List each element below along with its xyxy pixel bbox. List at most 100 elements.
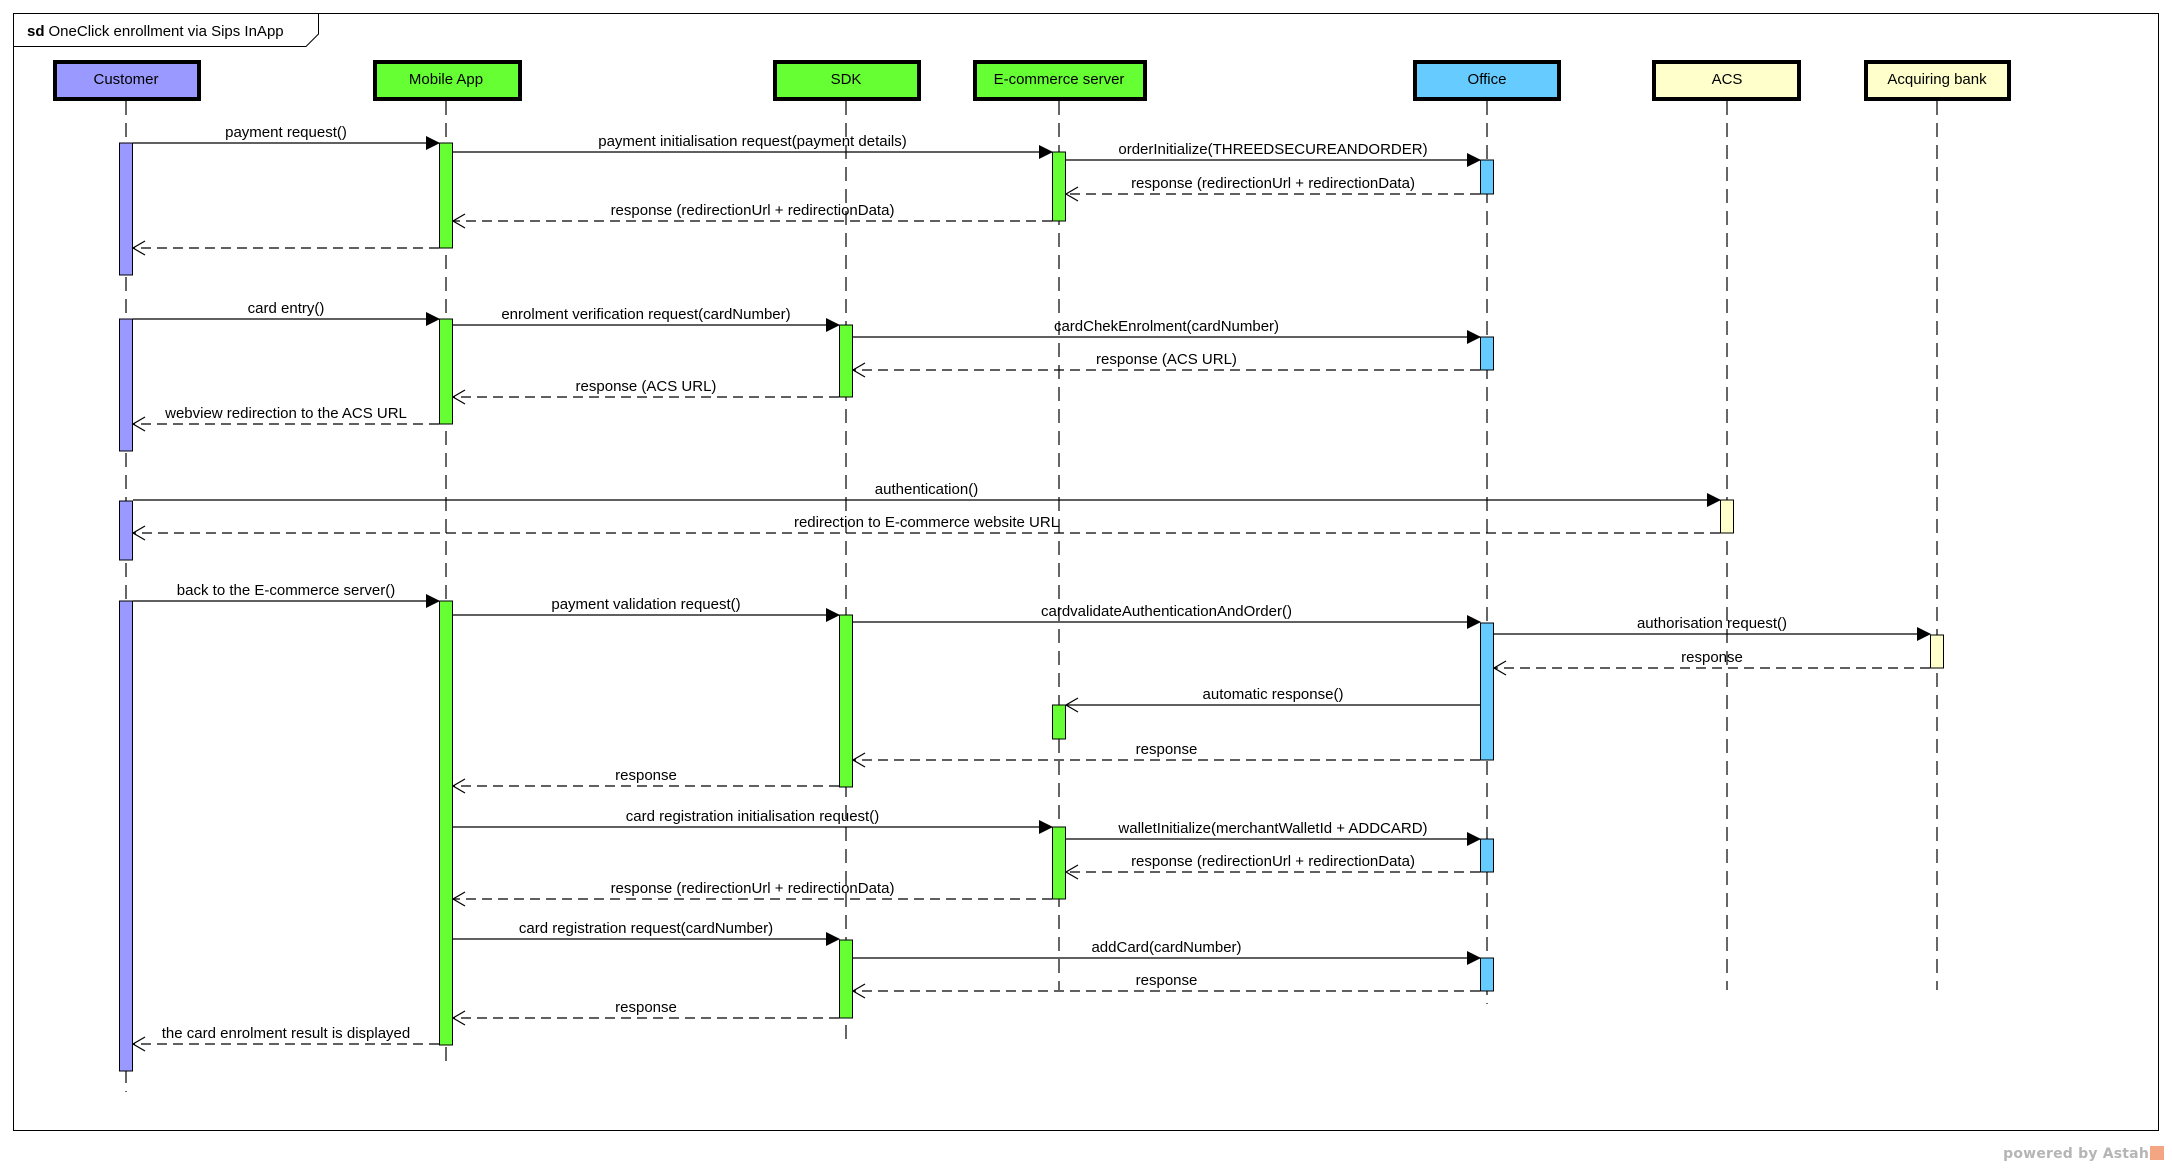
activation-bar-customer bbox=[119, 600, 133, 1072]
frame-title: sd OneClick enrollment via Sips InApp bbox=[27, 23, 284, 40]
message-label: response bbox=[615, 999, 677, 1016]
message-sync: orderInitialize(THREEDSECUREANDORDER) bbox=[1066, 141, 1481, 167]
message-label: payment request() bbox=[225, 124, 347, 141]
activation-bar-customer bbox=[119, 500, 133, 561]
activation-bar-acs bbox=[1720, 499, 1734, 534]
message-reply: response (ACS URL) bbox=[453, 378, 839, 397]
activation-bar-office bbox=[1480, 159, 1494, 195]
activation-bar-mobile bbox=[439, 142, 453, 249]
message-label: cardvalidateAuthenticationAndOrder() bbox=[1041, 603, 1292, 620]
message-label: automatic response() bbox=[1203, 686, 1344, 703]
message-label: payment validation request() bbox=[551, 596, 740, 613]
frame-border bbox=[13, 13, 2159, 1131]
message-reply: redirection to E-commerce website URL bbox=[133, 514, 1720, 533]
message-label: card entry() bbox=[248, 300, 325, 317]
lifeline-label: ACS bbox=[1712, 71, 1743, 88]
lifelines: Customer Mobile App SDK E-commerce server Of… bbox=[53, 60, 2011, 1092]
lifeline-label: E-commerce server bbox=[994, 71, 1125, 88]
message-sync: card registration request(cardNumber) bbox=[453, 920, 840, 946]
message-label: response (redirectionUrl + redirectionDa… bbox=[611, 202, 895, 219]
activation-bar-sdk bbox=[839, 324, 853, 398]
message-reply: response (ACS URL) bbox=[853, 351, 1480, 370]
message-label: response (ACS URL) bbox=[1096, 351, 1237, 368]
message-label: response bbox=[1136, 741, 1198, 758]
message-label: back to the E-commerce server() bbox=[177, 582, 395, 599]
message-reply: webview redirection to the ACS URL bbox=[133, 405, 439, 424]
activation-bar-office bbox=[1480, 622, 1494, 761]
message-label: response bbox=[1136, 972, 1198, 989]
activation-bar-bank bbox=[1930, 634, 1944, 669]
message-label: orderInitialize(THREEDSECUREANDORDER) bbox=[1118, 141, 1427, 158]
activation-bar-office bbox=[1480, 838, 1494, 873]
message-label: webview redirection to the ACS URL bbox=[164, 405, 407, 422]
activation-bar-mobile bbox=[439, 600, 453, 1046]
message-reply: the card enrolment result is displayed bbox=[133, 1025, 439, 1044]
message-sync: payment validation request() bbox=[453, 596, 840, 622]
message-label: enrolment verification request(cardNumbe… bbox=[501, 306, 790, 323]
lifeline-label: Customer bbox=[93, 71, 158, 88]
message-sync: walletInitialize(merchantWalletId + ADDC… bbox=[1066, 820, 1481, 846]
message-label: authorisation request() bbox=[1637, 615, 1787, 632]
message-reply: response bbox=[853, 972, 1480, 991]
message-label: response (ACS URL) bbox=[576, 378, 717, 395]
message-reply: response bbox=[853, 741, 1480, 760]
lifeline-label: Acquiring bank bbox=[1887, 71, 1987, 88]
message-label: payment initialisation request(payment d… bbox=[598, 133, 907, 150]
activation-bar-ecom bbox=[1052, 826, 1066, 900]
activation-bar-customer bbox=[119, 142, 133, 276]
activation-bar-mobile bbox=[439, 318, 453, 425]
activation-bar-sdk bbox=[839, 939, 853, 1019]
activation-bar-ecom bbox=[1052, 151, 1066, 222]
message-sync: addCard(cardNumber) bbox=[853, 939, 1481, 965]
message-label: card registration initialisation request… bbox=[626, 808, 879, 825]
activation-bar-office bbox=[1480, 957, 1494, 992]
activation-bar-office bbox=[1480, 336, 1494, 371]
activation-bar-ecom bbox=[1052, 704, 1066, 740]
lifeline-bank: Acquiring bank bbox=[1864, 60, 2011, 990]
message-label: addCard(cardNumber) bbox=[1091, 939, 1241, 956]
activation-bar-sdk bbox=[839, 614, 853, 788]
message-reply: response (redirectionUrl + redirectionDa… bbox=[453, 202, 1052, 221]
frame: sd OneClick enrollment via Sips InApp bbox=[13, 13, 2159, 1131]
message-label: the card enrolment result is displayed bbox=[162, 1025, 410, 1042]
frame-kind: sd bbox=[27, 23, 45, 40]
message-reply: response bbox=[453, 767, 839, 786]
message-async: automatic response() bbox=[1066, 686, 1480, 705]
lifeline-label: Office bbox=[1468, 71, 1507, 88]
message-label: response bbox=[615, 767, 677, 784]
message-label: response bbox=[1681, 649, 1743, 666]
message-label: response (redirectionUrl + redirectionDa… bbox=[611, 880, 895, 897]
message-sync: authorisation request() bbox=[1494, 615, 1931, 641]
message-reply: response bbox=[1494, 649, 1930, 668]
message-label: response (redirectionUrl + redirectionDa… bbox=[1131, 853, 1415, 870]
messages: payment request() payment initialisation … bbox=[133, 124, 1931, 1044]
message-sync: enrolment verification request(cardNumbe… bbox=[453, 306, 840, 332]
message-sync: authentication() bbox=[133, 481, 1721, 507]
message-sync: card registration initialisation request… bbox=[453, 808, 1053, 834]
message-reply: response (redirectionUrl + redirectionDa… bbox=[1066, 175, 1480, 194]
message-sync: card entry() bbox=[133, 300, 440, 326]
activation-bars bbox=[119, 142, 1944, 1072]
astah-logo-icon bbox=[2150, 1146, 2164, 1160]
watermark-text: powered by Astah bbox=[2003, 1146, 2149, 1162]
message-label: walletInitialize(merchantWalletId + ADDC… bbox=[1117, 820, 1427, 837]
message-label: card registration request(cardNumber) bbox=[519, 920, 773, 937]
message-label: response (redirectionUrl + redirectionDa… bbox=[1131, 175, 1415, 192]
message-label: redirection to E-commerce website URL bbox=[794, 514, 1059, 531]
message-sync: cardChekEnrolment(cardNumber) bbox=[853, 318, 1481, 344]
lifeline-label: Mobile App bbox=[409, 71, 483, 88]
message-reply: response bbox=[453, 999, 839, 1018]
message-label: authentication() bbox=[875, 481, 978, 498]
frame-title-text: OneClick enrollment via Sips InApp bbox=[49, 23, 284, 40]
lifeline-label: SDK bbox=[831, 71, 862, 88]
message-sync: payment initialisation request(payment d… bbox=[453, 133, 1053, 159]
message-sync: payment request() bbox=[133, 124, 440, 150]
astah-watermark: powered by Astah bbox=[2003, 1146, 2164, 1162]
sequence-diagram: sd OneClick enrollment via Sips InApp Cus… bbox=[13, 13, 2159, 1131]
message-sync: cardvalidateAuthenticationAndOrder() bbox=[853, 603, 1481, 629]
message-label: cardChekEnrolment(cardNumber) bbox=[1054, 318, 1279, 335]
activation-bar-customer bbox=[119, 318, 133, 452]
message-sync: back to the E-commerce server() bbox=[133, 582, 440, 608]
message-reply: response (redirectionUrl + redirectionDa… bbox=[1066, 853, 1480, 872]
message-reply: response (redirectionUrl + redirectionDa… bbox=[453, 880, 1052, 899]
